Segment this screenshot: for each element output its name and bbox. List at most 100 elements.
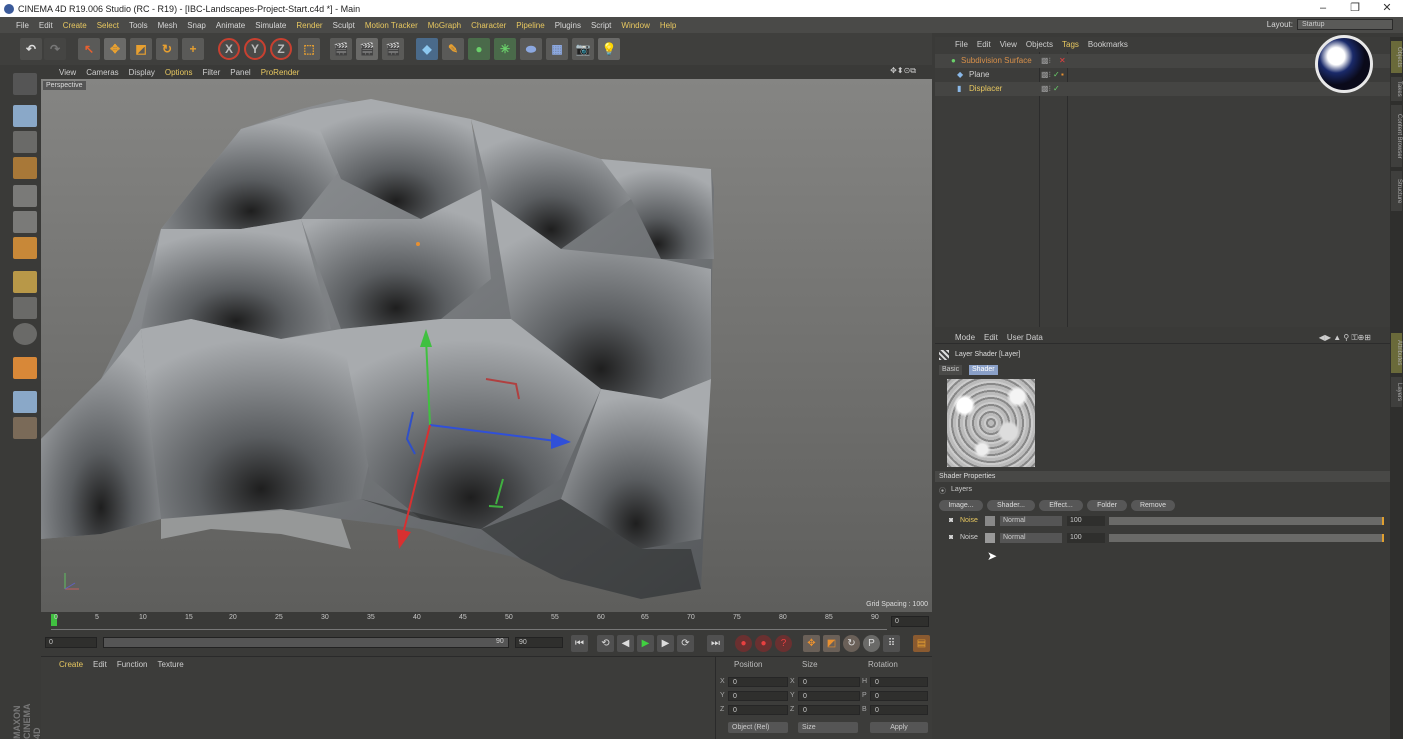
layer-row[interactable]: ◙ Noise Normal 100: [949, 532, 1389, 544]
menu-script[interactable]: Script: [591, 21, 611, 30]
size-x-field[interactable]: 0: [798, 677, 860, 687]
viewport-menu-cameras[interactable]: Cameras: [86, 68, 118, 77]
rotate-tool-icon[interactable]: ↻: [156, 38, 178, 60]
material-tag-icon[interactable]: ▪: [1061, 68, 1064, 82]
object-menu-edit[interactable]: Edit: [977, 40, 991, 51]
viewport-menu-view[interactable]: View: [59, 68, 76, 77]
timeline-window-icon[interactable]: ▤: [913, 635, 930, 652]
object-menu-bookmarks[interactable]: Bookmarks: [1088, 40, 1128, 51]
tweak-mode-icon[interactable]: [13, 297, 37, 319]
layer-opacity-field[interactable]: 100: [1067, 516, 1105, 526]
render-settings-icon[interactable]: 🎬: [382, 38, 404, 60]
pos-y-field[interactable]: 0: [728, 691, 788, 701]
texture-mode-icon[interactable]: [13, 131, 37, 153]
menu-window[interactable]: Window: [621, 21, 649, 30]
layer-opacity-slider[interactable]: [1109, 534, 1384, 542]
go-to-start-icon[interactable]: ⏮: [571, 635, 588, 652]
snap-icon[interactable]: [13, 323, 37, 345]
material-menu-texture[interactable]: Texture: [158, 660, 184, 669]
visibility-dots-icon[interactable]: ▩⁝: [1041, 68, 1051, 82]
y-axis-lock-icon[interactable]: Y: [244, 38, 266, 60]
frame-ruler[interactable]: [51, 622, 887, 630]
keyframe-selection-icon[interactable]: ?: [775, 635, 792, 652]
parameter-key-icon[interactable]: P: [863, 635, 880, 652]
viewport-menu-panel[interactable]: Panel: [230, 68, 250, 77]
move-gizmo[interactable]: [41, 79, 932, 612]
loop-icon[interactable]: ⟲: [597, 635, 614, 652]
selection-cursor-icon[interactable]: ↖: [78, 38, 100, 60]
deformer-icon[interactable]: ⬬: [520, 38, 542, 60]
render-picture-viewer-icon[interactable]: 🎬: [356, 38, 378, 60]
rot-b-field[interactable]: 0: [870, 705, 928, 715]
light-icon[interactable]: 💡: [598, 38, 620, 60]
menu-tools[interactable]: Tools: [129, 21, 148, 30]
layer-blend-dropdown[interactable]: Normal: [1000, 516, 1062, 526]
undo-icon[interactable]: ↶: [20, 38, 42, 60]
rotation-key-icon[interactable]: ↻: [843, 635, 860, 652]
attribute-menu-edit[interactable]: Edit: [984, 333, 998, 343]
z-axis-lock-icon[interactable]: Z: [270, 38, 292, 60]
step-forward-icon[interactable]: ▶: [657, 635, 674, 652]
tab-basic[interactable]: Basic: [939, 365, 963, 375]
shader-preview-thumbnail[interactable]: [947, 379, 1035, 467]
floor-environment-icon[interactable]: ▦: [546, 38, 568, 60]
record-active-icon[interactable]: ●: [735, 635, 752, 652]
material-manager[interactable]: Create Edit Function Texture: [41, 656, 715, 739]
minimize-button[interactable]: –: [1306, 0, 1340, 17]
remove-button[interactable]: Remove: [1131, 500, 1175, 511]
enable-snap-icon[interactable]: [13, 357, 37, 379]
layer-thumbnail-icon[interactable]: [985, 516, 995, 526]
pos-z-field[interactable]: 0: [728, 705, 788, 715]
autokey-icon[interactable]: ●: [755, 635, 772, 652]
axis-mode-icon[interactable]: [13, 271, 37, 293]
position-key-icon[interactable]: ✥: [803, 635, 820, 652]
material-menu-edit[interactable]: Edit: [93, 660, 107, 669]
tab-content-browser-vertical[interactable]: Content Browser: [1391, 105, 1402, 167]
redo-icon[interactable]: ↷: [44, 38, 66, 60]
size-mode-dropdown[interactable]: Size: [798, 722, 858, 733]
menu-animate[interactable]: Animate: [216, 21, 245, 30]
viewport-nav-icons[interactable]: ✥⬍⊙⧉: [890, 66, 916, 76]
layer-visibility-icon[interactable]: ◙: [949, 532, 953, 544]
x-axis-handle[interactable]: [397, 529, 411, 549]
tab-objects-vertical[interactable]: Objects: [1391, 41, 1402, 73]
enabled-check-icon[interactable]: ✓: [1053, 68, 1060, 82]
render-view-icon[interactable]: 🎬: [330, 38, 352, 60]
object-menu-tags[interactable]: Tags: [1062, 40, 1079, 51]
tab-shader[interactable]: Shader: [969, 365, 998, 375]
menu-sculpt[interactable]: Sculpt: [333, 21, 355, 30]
layer-name[interactable]: Noise: [960, 515, 978, 527]
menu-select[interactable]: Select: [97, 21, 119, 30]
attribute-nav-icons[interactable]: ◀▶ ▲ ⚲ ⚿⊕⊞: [1319, 333, 1371, 343]
viewport-menu-display[interactable]: Display: [129, 68, 155, 77]
viewport-menu-options[interactable]: Options: [165, 68, 193, 77]
menu-pipeline[interactable]: Pipeline: [516, 21, 544, 30]
make-editable-icon[interactable]: [13, 73, 37, 95]
x-axis-lock-icon[interactable]: X: [218, 38, 240, 60]
pen-spline-icon[interactable]: ✎: [442, 38, 464, 60]
pos-x-field[interactable]: 0: [728, 677, 788, 687]
object-name[interactable]: Displacer: [969, 82, 1002, 96]
menu-help[interactable]: Help: [660, 21, 676, 30]
polygons-mode-icon[interactable]: [13, 237, 37, 259]
size-z-field[interactable]: 0: [798, 705, 860, 715]
menu-mesh[interactable]: Mesh: [158, 21, 178, 30]
point-level-icon[interactable]: ⠿: [883, 635, 900, 652]
workplane-lock-icon[interactable]: [13, 391, 37, 413]
image-button[interactable]: Image...: [939, 500, 983, 511]
menu-simulate[interactable]: Simulate: [255, 21, 286, 30]
folder-button[interactable]: Folder: [1087, 500, 1127, 511]
play-icon[interactable]: ▶: [637, 635, 654, 652]
object-menu-view[interactable]: View: [1000, 40, 1017, 51]
move-tool-icon[interactable]: ✥: [104, 38, 126, 60]
cloner-icon[interactable]: ✳: [494, 38, 516, 60]
xz-plane-handle[interactable]: [485, 378, 520, 400]
preview-range-slider[interactable]: [103, 637, 509, 648]
shader-button[interactable]: Shader...: [987, 500, 1035, 511]
attribute-menu-user-data[interactable]: User Data: [1007, 333, 1043, 343]
menu-render[interactable]: Render: [296, 21, 322, 30]
start-frame-field[interactable]: 0: [45, 637, 97, 648]
layer-opacity-slider[interactable]: [1109, 517, 1384, 525]
disabled-x-icon[interactable]: ✕: [1059, 54, 1066, 68]
edges-mode-icon[interactable]: [13, 211, 37, 233]
